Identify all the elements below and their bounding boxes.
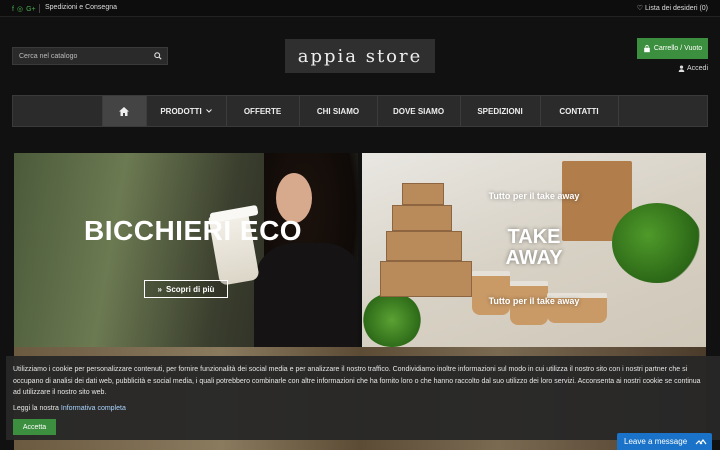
nav-item-spedizioni[interactable]: SPEDIZIONI <box>461 96 541 126</box>
banner-subtitle: Tutto per il take away <box>488 191 580 201</box>
nav-label: SPEDIZIONI <box>477 106 523 116</box>
leave-message-widget[interactable]: Leave a message <box>617 433 712 450</box>
search-button[interactable] <box>149 47 167 65</box>
top-bar: f ◎ G+ Spedizioni e Consegna ♡ Lista dei… <box>0 0 720 17</box>
shipping-link[interactable]: Spedizioni e Consegna <box>45 4 117 11</box>
cookie-read-prefix: Leggi la nostra <box>13 404 59 412</box>
wishlist-label: Lista dei desideri (0) <box>644 4 708 12</box>
banner-photo-coat <box>254 243 358 347</box>
cookie-policy-link[interactable]: Informativa completa <box>61 405 126 412</box>
search-input[interactable]: Cerca nel catalogo <box>13 53 149 60</box>
banner-title: TAKE AWAY <box>362 227 706 269</box>
heart-icon: ♡ <box>636 5 643 12</box>
nav-item-offerte[interactable]: OFFERTE <box>227 96 300 126</box>
user-icon <box>678 65 685 72</box>
cart-icon <box>644 44 650 52</box>
nav-item-contatti[interactable]: CONTATTI <box>541 96 619 126</box>
nav-item-dove-siamo[interactable]: DOVE SIAMO <box>378 96 461 126</box>
chevron-up-icon <box>695 439 707 445</box>
banner-bicchieri-eco[interactable]: BICCHIERI ECO » Scopri di più <box>14 153 358 347</box>
banner-title: BICCHIERI ECO <box>84 215 303 246</box>
search-icon <box>154 52 162 60</box>
banner-title-line2: AWAY <box>505 247 563 269</box>
main-nav: PRODOTTI OFFERTE CHI SIAMO DOVE SIAMO SP… <box>12 95 708 127</box>
nav-label: PRODOTTI <box>160 106 202 116</box>
discover-button[interactable]: » Scopri di più <box>144 280 228 298</box>
double-chevron-right-icon: » <box>157 284 162 294</box>
divider <box>39 4 40 13</box>
cookie-policy-line: Leggi la nostra Informativa completa <box>13 405 713 412</box>
facebook-icon[interactable]: f <box>12 5 14 13</box>
nav-item-chi-siamo[interactable]: CHI SIAMO <box>300 96 378 126</box>
home-icon <box>119 106 129 116</box>
banner-take-away[interactable]: Tutto per il take away TAKE AWAY Tutto p… <box>362 153 706 347</box>
paper-cup-image <box>472 271 510 315</box>
search-bar[interactable]: Cerca nel catalogo <box>12 47 168 65</box>
leave-message-label: Leave a message <box>624 437 688 446</box>
banner-title-line1: TAKE <box>507 226 561 248</box>
banner-caption: Tutto per il take away <box>488 296 580 306</box>
discover-label: Scopri di più <box>166 284 215 294</box>
nav-label: DOVE SIAMO <box>392 106 445 116</box>
header: Cerca nel catalogo appia store Carrello … <box>0 18 720 94</box>
cart-label: Carrello / Vuoto <box>653 45 703 52</box>
social-links: f ◎ G+ <box>12 5 36 14</box>
nav-home[interactable] <box>101 96 147 126</box>
cookie-message: Utilizziamo i cookie per personalizzare … <box>13 366 701 396</box>
login-label: Accedi <box>686 65 708 72</box>
cart-button[interactable]: Carrello / Vuoto <box>637 38 708 59</box>
accept-cookies-button[interactable]: Accetta <box>13 419 56 435</box>
nav-label: OFFERTE <box>243 106 282 116</box>
nav-item-prodotti[interactable]: PRODOTTI <box>147 96 227 126</box>
google-plus-icon[interactable]: G+ <box>26 5 36 13</box>
nav-label: CHI SIAMO <box>316 106 360 116</box>
instagram-icon[interactable]: ◎ <box>17 5 23 13</box>
chevron-down-icon <box>205 109 212 113</box>
nav-label: CONTATTI <box>559 106 599 116</box>
store-logo[interactable]: appia store <box>285 39 435 73</box>
wishlist-link[interactable]: ♡ Lista dei desideri (0) <box>636 4 708 13</box>
cookie-banner: Utilizziamo i cookie per personalizzare … <box>6 356 720 440</box>
login-link[interactable]: Accedi <box>678 65 708 72</box>
